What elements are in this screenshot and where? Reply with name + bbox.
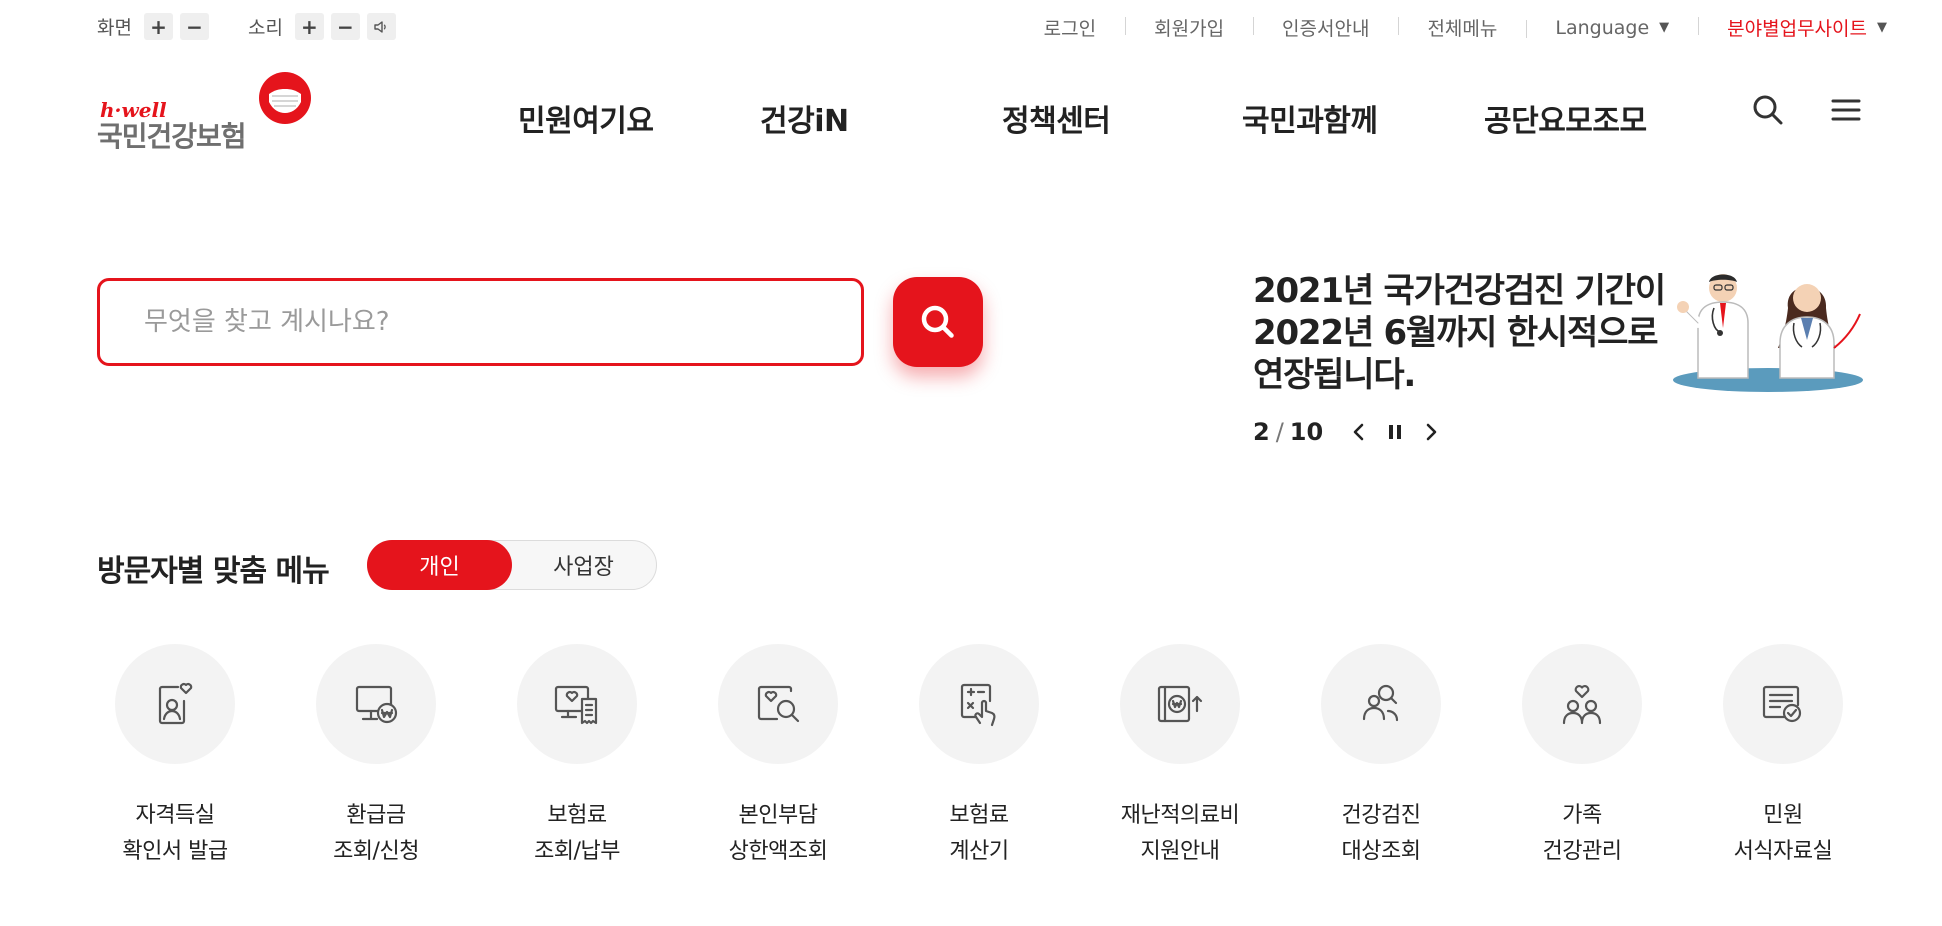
prev-button[interactable] bbox=[1345, 418, 1373, 446]
search-icon bbox=[921, 305, 954, 338]
gnb-item-together[interactable]: 국민과함께 bbox=[1242, 96, 1378, 140]
quick-menu-item[interactable]: 본인부담 상한액조회 bbox=[678, 644, 878, 870]
header: h·well 국민건강보험 민원여기요 건강iN 정책센터 국민과함께 공단요모… bbox=[0, 52, 1942, 172]
caret-down-icon: ▼ bbox=[1659, 20, 1670, 35]
quick-menu-item[interactable]: 환급금 조회/신청 bbox=[276, 644, 476, 870]
quick-menu-icon-wrap bbox=[1522, 644, 1642, 764]
monitor-receipt-icon bbox=[554, 685, 598, 725]
chevron-right-icon bbox=[1426, 423, 1437, 441]
quick-menu-icon-wrap bbox=[1723, 644, 1843, 764]
quick-menu-label: 보험료 조회/납부 bbox=[534, 803, 620, 864]
gnb-item-policy[interactable]: 정책센터 bbox=[1002, 96, 1111, 140]
id-card-heart-icon bbox=[158, 683, 193, 725]
quick-menu-icon-wrap bbox=[919, 644, 1039, 764]
quick-menu-label: 보험료 계산기 bbox=[949, 803, 1009, 864]
cert-guide-link[interactable]: 인증서안내 bbox=[1253, 14, 1398, 41]
logo-name-text: 국민건강보험 bbox=[97, 120, 247, 153]
quick-menu-icon-wrap bbox=[1321, 644, 1441, 764]
quick-menu-label: 재난적의료비 지원안내 bbox=[1120, 803, 1240, 864]
tab-personal[interactable]: 개인 bbox=[367, 540, 512, 590]
quick-menu-label: 민원 서식자료실 bbox=[1733, 803, 1833, 864]
quick-menu-item[interactable]: 건강검진 대상조회 bbox=[1281, 644, 1481, 870]
business-sites-dropdown[interactable]: 분야별업무사이트 ▼ bbox=[1698, 14, 1887, 41]
gnb-item-civil[interactable]: 민원여기요 bbox=[518, 96, 654, 140]
volume-up-button[interactable]: + bbox=[294, 13, 324, 40]
search-button[interactable] bbox=[893, 277, 983, 367]
all-menu-link[interactable]: 전체메뉴 bbox=[1398, 14, 1526, 41]
notice-title: 2021년 국가건강검진 기간이 2022년 6월까지 한시적으로 연장됩니다. bbox=[1253, 271, 1666, 395]
search-box bbox=[97, 278, 864, 366]
quick-menu-item[interactable]: 가족 건강관리 bbox=[1482, 644, 1682, 870]
search-input[interactable] bbox=[144, 307, 824, 337]
notice-controls: 2/10 bbox=[1253, 418, 1445, 446]
next-button[interactable] bbox=[1417, 418, 1445, 446]
utility-links: 로그인 회원가입 인증서안내 전체메뉴 Language ▼ 분야별업무사이트 … bbox=[1015, 14, 1887, 41]
visitor-type-toggle: 개인 사업장 bbox=[367, 540, 657, 590]
language-dropdown[interactable]: Language ▼ bbox=[1526, 17, 1698, 39]
quick-menu-label: 환급금 조회/신청 bbox=[333, 803, 419, 864]
volume-down-button[interactable]: − bbox=[330, 13, 360, 40]
sound-label: 소리 bbox=[247, 17, 283, 39]
notice-banner[interactable]: 2021년 국가건강검진 기간이 2022년 6월까지 한시적으로 연장됩니다. bbox=[1253, 270, 1673, 396]
doctors-illustration bbox=[1673, 274, 1863, 392]
chevron-left-icon bbox=[1353, 423, 1364, 441]
quick-menu-label: 건강검진 대상조회 bbox=[1341, 803, 1421, 864]
caret-down-icon: ▼ bbox=[1877, 20, 1887, 35]
logo-mask-icon bbox=[259, 72, 311, 124]
visitor-menu-title: 방문자별 맞춤 메뉴 bbox=[97, 554, 330, 589]
zoom-in-button[interactable]: + bbox=[143, 13, 173, 40]
quick-menu-item[interactable]: 재난적의료비 지원안내 bbox=[1080, 644, 1280, 870]
speaker-button[interactable] bbox=[366, 13, 396, 40]
quick-menu-icon-wrap bbox=[115, 644, 235, 764]
gnb-item-health-in[interactable]: 건강iN bbox=[760, 96, 849, 140]
document-check-icon bbox=[1762, 685, 1802, 723]
language-label: Language bbox=[1555, 16, 1650, 39]
quick-menu-label: 가족 건강관리 bbox=[1542, 803, 1622, 864]
monitor-won-icon bbox=[355, 685, 398, 724]
pause-icon bbox=[1389, 425, 1402, 439]
screen-zoom-control: 화면 + − bbox=[97, 13, 216, 40]
logo[interactable]: h·well 국민건강보험 bbox=[97, 70, 317, 153]
people-search-icon bbox=[1362, 684, 1399, 722]
quick-menu-icon-wrap bbox=[316, 644, 436, 764]
search-icon[interactable] bbox=[1750, 92, 1786, 128]
speaker-icon bbox=[374, 20, 387, 33]
family-heart-icon bbox=[1562, 685, 1602, 725]
business-sites-label: 분야별업무사이트 bbox=[1727, 18, 1867, 40]
sound-control: 소리 + − bbox=[248, 13, 403, 40]
quick-menu-label: 본인부담 상한액조회 bbox=[728, 803, 828, 864]
menu-icon[interactable] bbox=[1828, 92, 1864, 128]
quick-menu-icon-wrap bbox=[718, 644, 838, 764]
quick-menu-label: 자격득실 확인서 발급 bbox=[122, 803, 228, 864]
search-heart-icon bbox=[757, 685, 800, 723]
gnb-item-about[interactable]: 공단요모조모 bbox=[1484, 96, 1647, 140]
pause-button[interactable] bbox=[1381, 418, 1409, 446]
pager-total: 10 bbox=[1289, 418, 1324, 446]
wallet-won-icon bbox=[1157, 685, 1203, 723]
pager-current: 2 bbox=[1253, 418, 1270, 446]
quick-menu-item[interactable]: 민원 서식자료실 bbox=[1683, 644, 1883, 870]
login-link[interactable]: 로그인 bbox=[1015, 14, 1125, 41]
quick-menu-item[interactable]: 보험료 조회/납부 bbox=[477, 644, 677, 870]
calculator-hand-icon bbox=[960, 683, 996, 727]
quick-menu-icon-wrap bbox=[517, 644, 637, 764]
quick-menu-icon-wrap bbox=[1120, 644, 1240, 764]
quick-menu-item[interactable]: 보험료 계산기 bbox=[879, 644, 1079, 870]
notice-pager: 2/10 bbox=[1253, 418, 1324, 446]
zoom-out-button[interactable]: − bbox=[179, 13, 209, 40]
tab-business[interactable]: 사업장 bbox=[511, 540, 656, 590]
quick-menu-item[interactable]: 자격득실 확인서 발급 bbox=[75, 644, 275, 870]
accessibility-controls: 화면 + − 소리 + − bbox=[97, 13, 435, 40]
screen-label: 화면 bbox=[97, 17, 132, 39]
utility-bar: 화면 + − 소리 + − 로그인 회원가입 인증서안내 전체메뉴 Langua… bbox=[0, 0, 1942, 52]
signup-link[interactable]: 회원가입 bbox=[1125, 14, 1253, 41]
